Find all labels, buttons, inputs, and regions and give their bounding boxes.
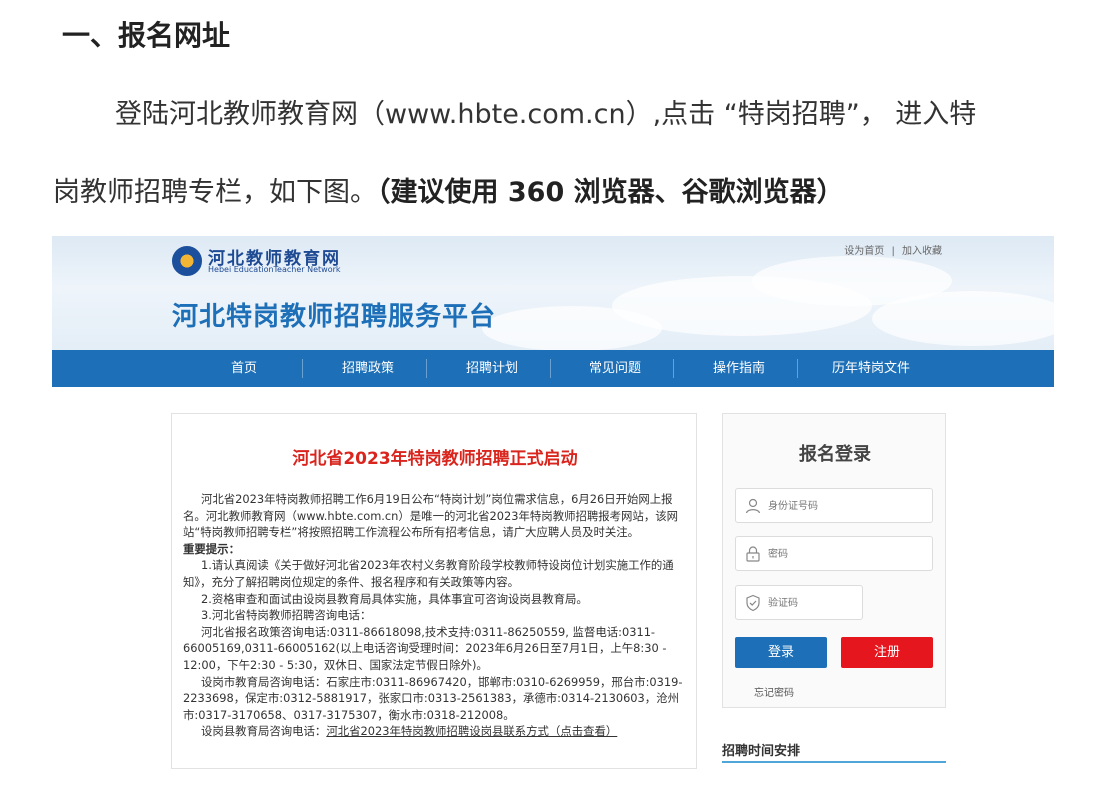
user-icon	[745, 498, 761, 514]
notice-item-3a: 河北省报名政策咨询电话:0311-86618098,技术支持:0311-8625…	[183, 624, 667, 672]
notice-item-3: 3.河北省特岗教师招聘咨询电话：	[201, 608, 372, 623]
doc-paragraph-line1: 登陆河北教师教育网（www.hbte.com.cn）,点击 “特岗招聘”， 进入…	[115, 99, 977, 130]
password-input[interactable]	[768, 545, 928, 563]
doc-heading: 一、报名网址	[62, 19, 231, 52]
top-links-separator: |	[891, 246, 895, 257]
nav-guide[interactable]: 操作指南	[684, 350, 794, 387]
county-contact-link[interactable]: 河北省2023年特岗教师招聘设岗县联系方式（点击查看）	[326, 724, 617, 738]
shield-icon	[746, 594, 760, 612]
doc-paragraph-line2: 岗教师招聘专栏，如下图。（建议使用 360 浏览器、谷歌浏览器）	[53, 170, 844, 209]
login-title: 报名登录	[799, 444, 871, 465]
nav-home[interactable]: 首页	[189, 350, 299, 387]
browser-recommendation: （建议使用 360 浏览器、谷歌浏览器）	[377, 177, 844, 208]
login-button[interactable]: 登录	[735, 637, 827, 668]
notice-item-3c: 设岗县教育局咨询电话：河北省2023年特岗教师招聘设岗县联系方式（点击查看）	[183, 723, 691, 740]
county-contact-prefix: 设岗县教育局咨询电话：	[201, 724, 327, 739]
announcement-title: 河北省2023年特岗教师招聘正式启动	[292, 449, 578, 469]
site-screenshot: 河北教师教育网 Hebei EducationTeacher Network 设…	[52, 236, 1054, 769]
add-favorite-link[interactable]: 加入收藏	[902, 246, 942, 257]
login-panel: 报名登录 登录 注册 忘记密码	[722, 413, 946, 708]
set-homepage-link[interactable]: 设为首页	[844, 246, 884, 257]
important-notice-label: 重要提示：	[183, 541, 240, 556]
nav-plan[interactable]: 招聘计划	[437, 350, 547, 387]
id-number-field[interactable]	[735, 488, 933, 523]
nav-faq[interactable]: 常见问题	[560, 350, 670, 387]
site-banner: 河北教师教育网 Hebei EducationTeacher Network 设…	[52, 236, 1054, 350]
forgot-password-link[interactable]: 忘记密码	[754, 684, 794, 699]
main-nav: 首页 招聘政策 招聘计划 常见问题 操作指南 历年特岗文件	[52, 350, 1054, 387]
announcement-panel: 河北省2023年特岗教师招聘正式启动 河北省2023年特岗教师招聘工作6月19日…	[171, 413, 697, 769]
schedule-heading: 招聘时间安排	[722, 744, 801, 759]
notice-item-3b: 设岗市教育局咨询电话：石家庄市:0311-86967420，邯郸市:0310-6…	[183, 674, 683, 722]
notice-item-2: 2.资格审查和面试由设岗县教育局具体实施，具体事宜可咨询设岗县教育局。	[201, 591, 588, 606]
notice-item-1: 1.请认真阅读《关于做好河北省2023年农村义务教育阶段学校教师特设岗位计划实施…	[183, 558, 674, 589]
nav-policy[interactable]: 招聘政策	[313, 350, 423, 387]
platform-title: 河北特岗教师招聘服务平台	[172, 302, 497, 332]
register-button[interactable]: 注册	[841, 637, 933, 668]
announcement-body: 河北省2023年特岗教师招聘工作6月19日公布“特岗计划”岗位需求信息，6月26…	[183, 491, 691, 740]
doc-paragraph-text: 岗教师招聘专栏，如下图。	[53, 177, 377, 208]
site-logo-icon[interactable]	[172, 246, 202, 276]
site-logo-subtitle: Hebei EducationTeacher Network	[208, 265, 341, 274]
lock-icon	[746, 546, 760, 562]
password-field[interactable]	[735, 536, 933, 571]
captcha-field[interactable]	[735, 585, 863, 620]
nav-past-files[interactable]: 历年特岗文件	[808, 350, 934, 387]
id-number-input[interactable]	[768, 497, 928, 515]
schedule-underline	[722, 761, 946, 763]
announcement-intro: 河北省2023年特岗教师招聘工作6月19日公布“特岗计划”岗位需求信息，6月26…	[183, 492, 678, 540]
captcha-input[interactable]	[768, 594, 858, 612]
top-links: 设为首页 | 加入收藏	[844, 242, 942, 257]
